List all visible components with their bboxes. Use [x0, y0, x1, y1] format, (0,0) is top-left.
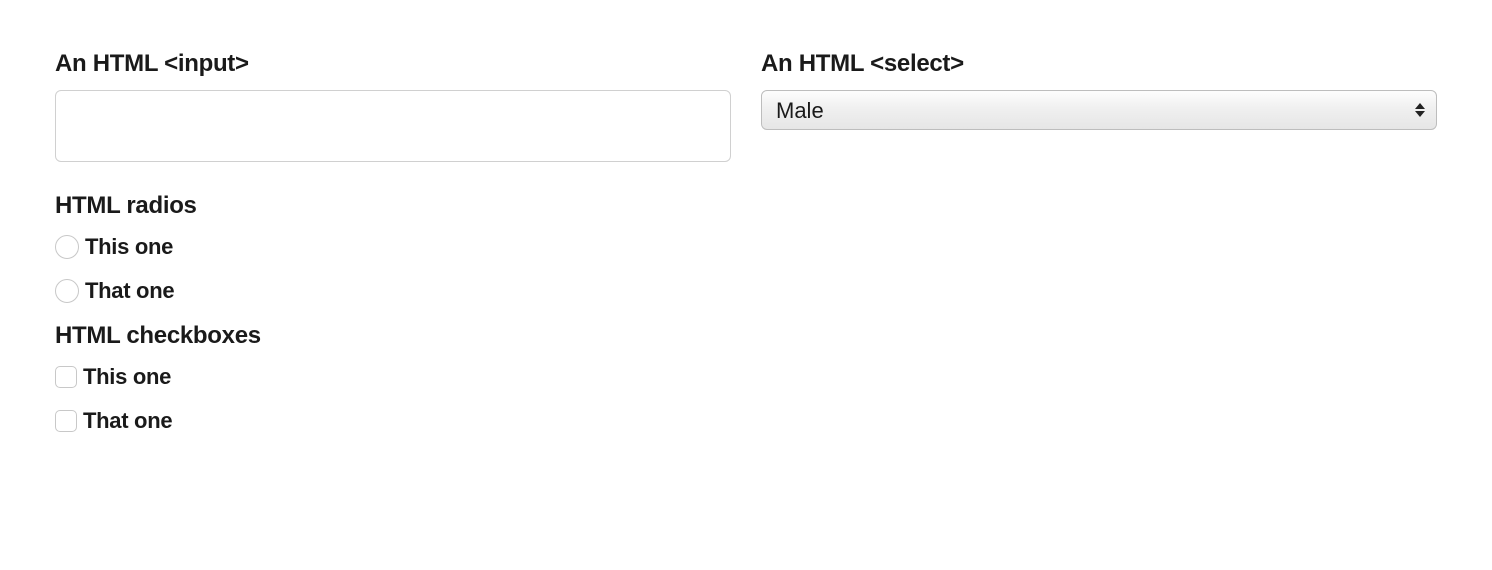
input-column: An HTML <input> — [55, 50, 731, 162]
text-input[interactable] — [55, 90, 731, 162]
radio-option-label[interactable]: That one — [85, 278, 174, 304]
radio-option-label[interactable]: This one — [85, 234, 173, 260]
radio-option-row: That one — [55, 278, 1437, 304]
radio-input[interactable] — [55, 279, 79, 303]
checkbox-option-row: This one — [55, 364, 1437, 390]
checkbox-option-label[interactable]: That one — [83, 408, 172, 434]
radio-input[interactable] — [55, 235, 79, 259]
checkbox-option-label[interactable]: This one — [83, 364, 171, 390]
checkbox-group: HTML checkboxes This one That one — [55, 322, 1437, 434]
checkbox-input[interactable] — [55, 410, 77, 432]
radio-group: HTML radios This one That one — [55, 192, 1437, 304]
radio-group-title: HTML radios — [55, 192, 1437, 220]
checkbox-option-row: That one — [55, 408, 1437, 434]
radio-option-row: This one — [55, 234, 1437, 260]
checkbox-input[interactable] — [55, 366, 77, 388]
select-dropdown[interactable]: Male — [761, 90, 1437, 130]
select-label: An HTML <select> — [761, 50, 1437, 78]
select-column: An HTML <select> Male — [761, 50, 1437, 130]
input-label: An HTML <input> — [55, 50, 731, 78]
checkbox-group-title: HTML checkboxes — [55, 322, 1437, 350]
select-wrap: Male — [761, 90, 1437, 130]
